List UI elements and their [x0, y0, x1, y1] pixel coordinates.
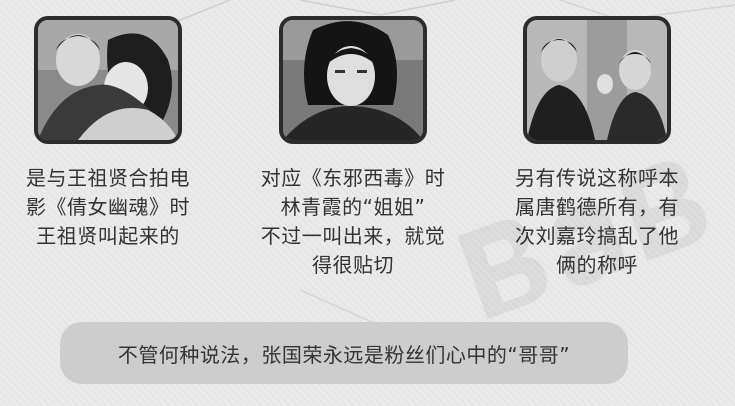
caption-line: 得很贴切 — [312, 253, 394, 277]
photo-woman-portrait — [279, 16, 427, 144]
caption-line: 林青霞的“姐姐” — [280, 195, 426, 219]
caption-line: 王祖贤叫起来的 — [36, 224, 180, 248]
caption-line: 另有传说这称呼本 — [515, 166, 679, 190]
photo-two-men — [523, 16, 671, 144]
info-card-2: 对应《东邪西毒》时 林青霞的“姐姐” 不过一叫出来，就觉 得很贴切 — [233, 16, 473, 280]
caption-line: 对应《东邪西毒》时 — [260, 166, 446, 190]
caption-line: 不过一叫出来，就觉 — [260, 224, 446, 248]
caption-line: 次刘嘉玲搞乱了他 — [515, 224, 679, 248]
card-2-caption: 对应《东邪西毒》时 林青霞的“姐姐” 不过一叫出来，就觉 得很贴切 — [233, 164, 473, 280]
summary-text: 不管何种说法，张国荣永远是粉丝们心中的“哥哥” — [117, 342, 571, 367]
card-1-caption: 是与王祖贤合拍电 影《倩女幽魂》时 王祖贤叫起来的 — [0, 164, 228, 251]
caption-line: 影《倩女幽魂》时 — [26, 195, 190, 219]
caption-line: 俩的称呼 — [556, 253, 638, 277]
info-card-3: 另有传说这称呼本 属唐鹤德所有，有 次刘嘉玲搞乱了他 俩的称呼 — [477, 16, 717, 280]
caption-line: 属唐鹤德所有，有 — [515, 195, 679, 219]
caption-line: 是与王祖贤合拍电 — [26, 166, 190, 190]
photo-couple-embrace — [34, 16, 182, 144]
card-3-caption: 另有传说这称呼本 属唐鹤德所有，有 次刘嘉玲搞乱了他 俩的称呼 — [477, 164, 717, 280]
summary-banner: 不管何种说法，张国荣永远是粉丝们心中的“哥哥” — [60, 322, 628, 384]
info-card-1: 是与王祖贤合拍电 影《倩女幽魂》时 王祖贤叫起来的 — [0, 16, 228, 251]
